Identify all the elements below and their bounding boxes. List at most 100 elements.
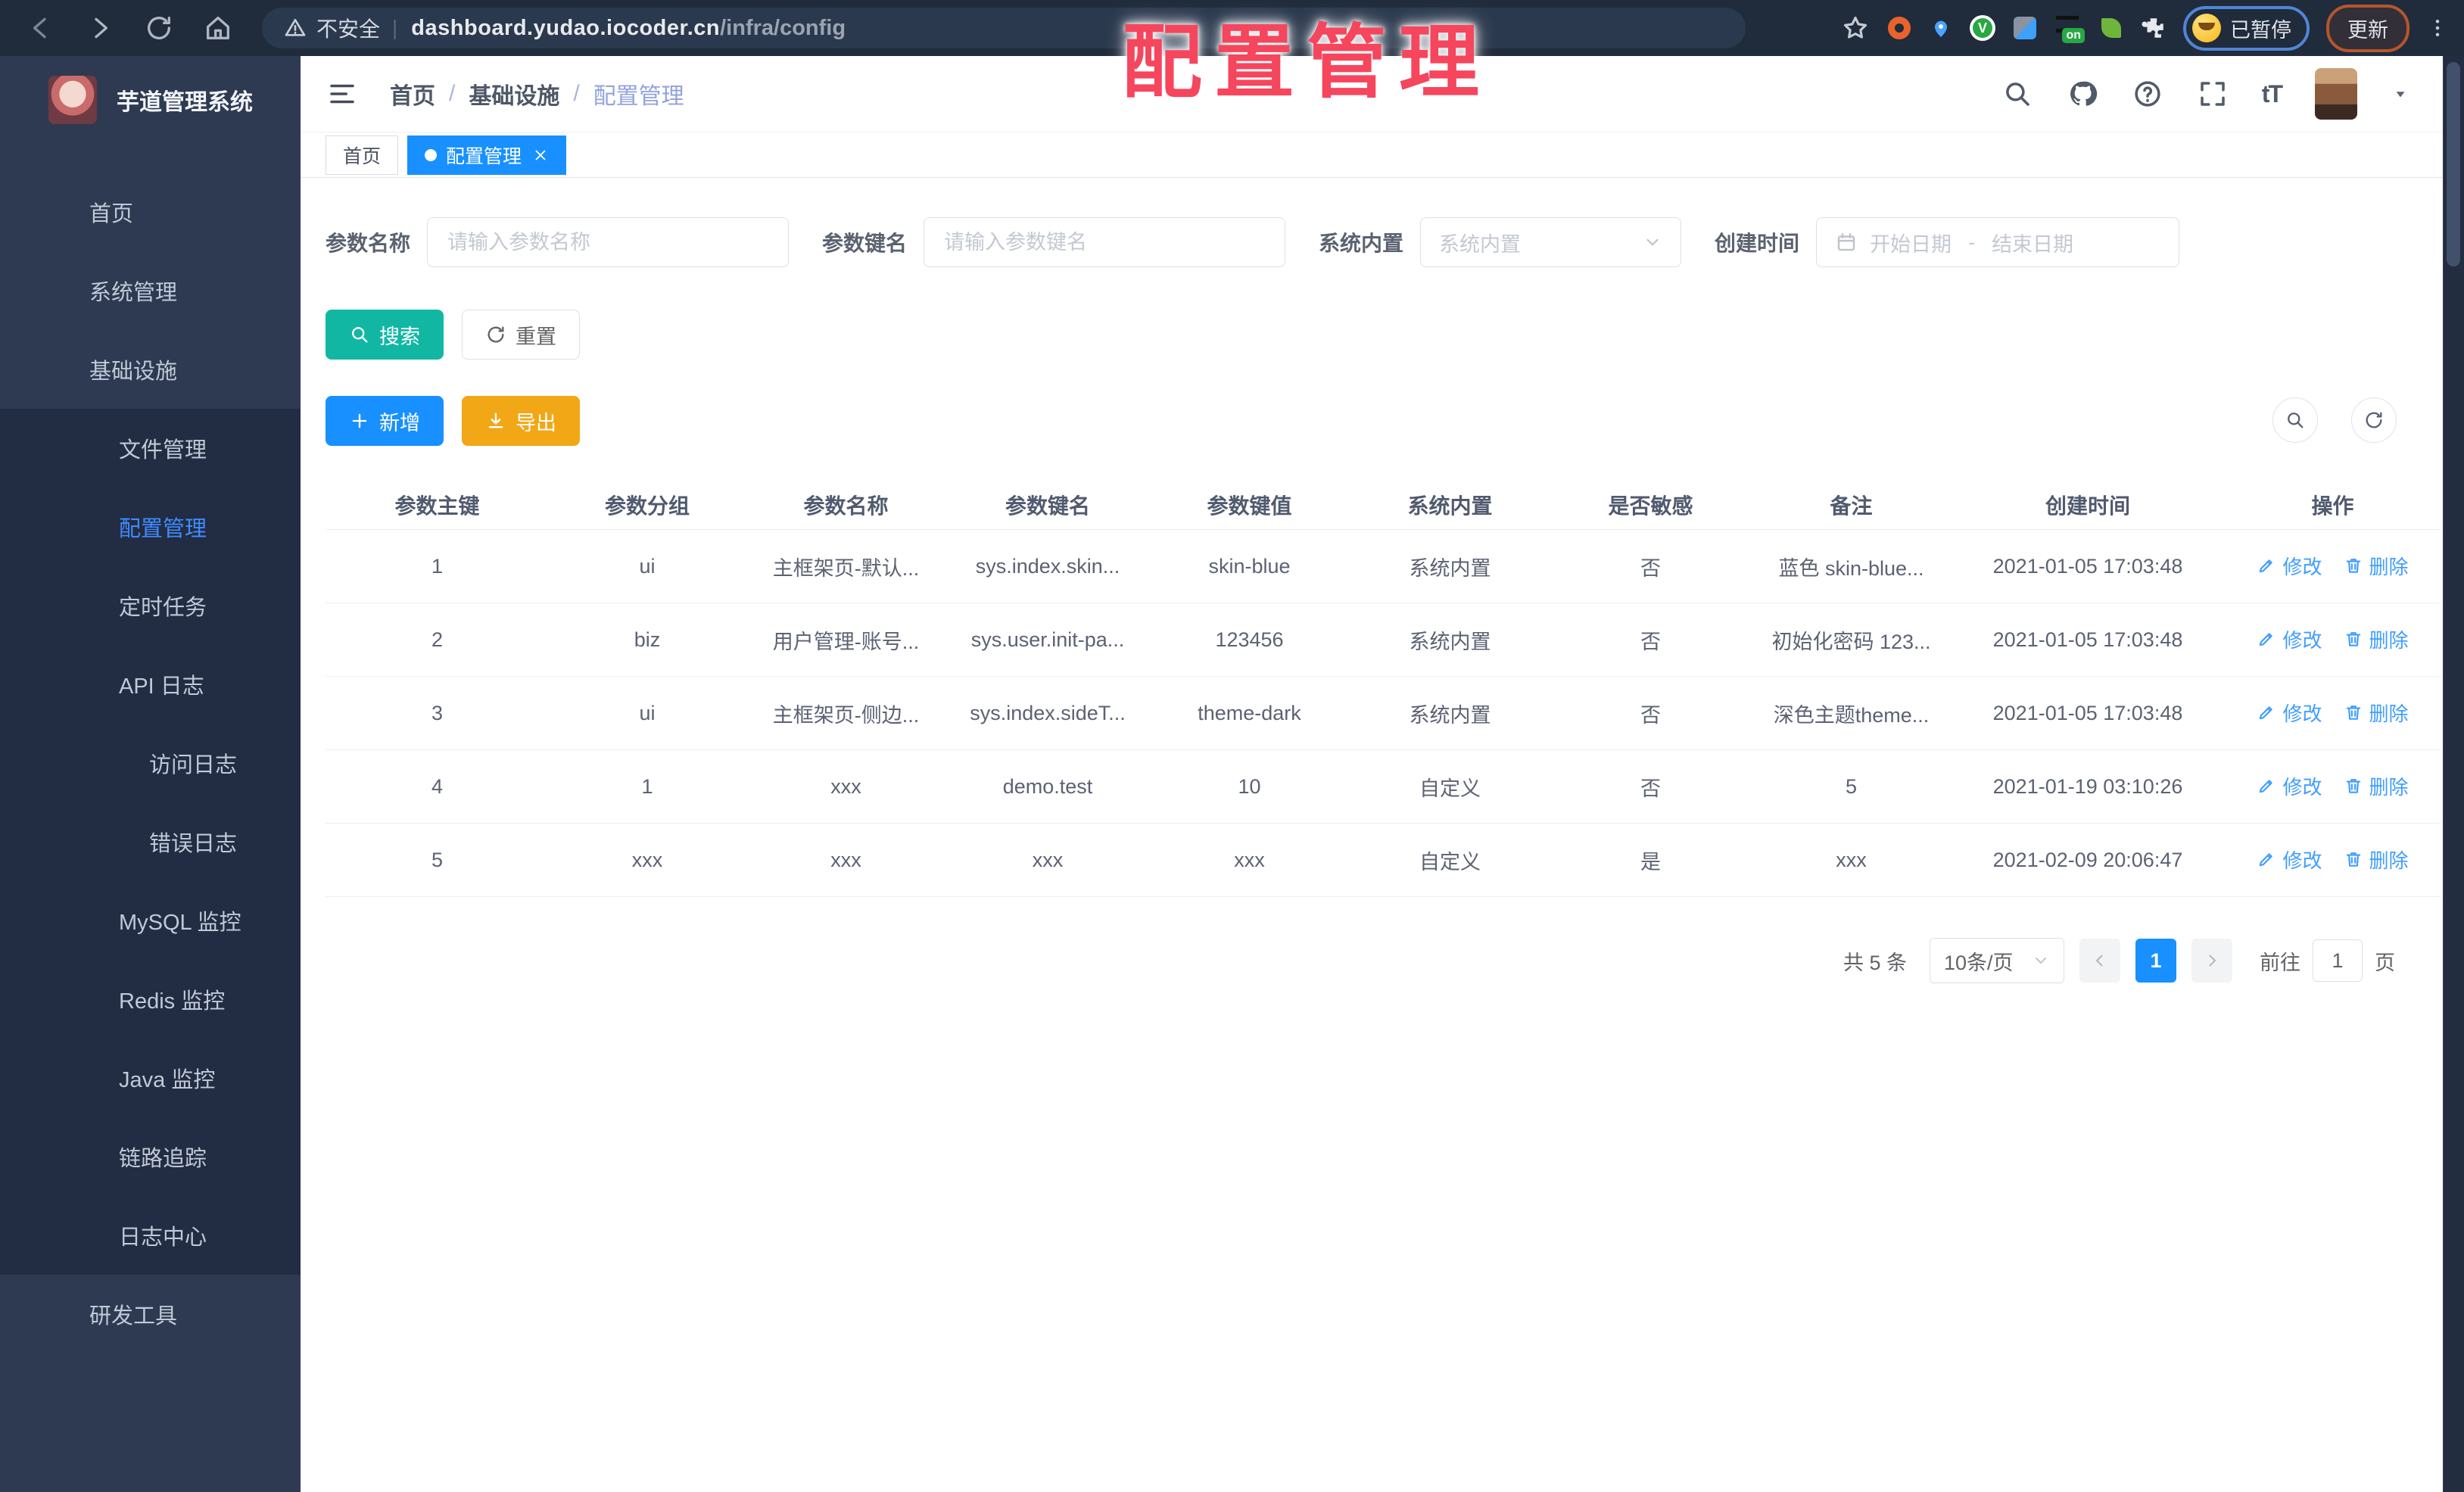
sidebar-item-error-log[interactable]: 错误日志 <box>0 802 301 881</box>
sidebar-item-infra[interactable]: 基础设施 <box>0 330 301 409</box>
extensions-puzzle-icon[interactable] <box>2141 15 2167 41</box>
monitor-icon <box>39 356 67 383</box>
toggle-search-button[interactable] <box>2272 397 2318 443</box>
sidebar-item-label: Java 监控 <box>119 1068 216 1092</box>
font-size-icon[interactable]: tT <box>2262 80 2283 108</box>
search-button[interactable]: 搜索 <box>326 310 444 360</box>
refresh-icon <box>2363 410 2385 431</box>
refresh-table-button[interactable] <box>2351 397 2397 443</box>
edit-link[interactable]: 修改 <box>2257 552 2322 580</box>
sidebar-item-job[interactable]: 定时任务 <box>0 566 301 645</box>
goto-page-input[interactable] <box>2313 939 2363 982</box>
sidebar-item-log-center[interactable]: 日志中心 <box>0 1196 301 1275</box>
extension-green-check-icon[interactable]: V <box>1970 15 1995 41</box>
browser-home-icon[interactable] <box>203 13 233 43</box>
param-key-input[interactable] <box>942 229 1267 255</box>
extension-bluegray-icon[interactable] <box>2012 15 2038 41</box>
table-cell: xxx <box>746 823 946 897</box>
sidebar-item-label: 访问日志 <box>149 753 238 777</box>
plus-icon <box>349 410 370 431</box>
edit-link[interactable]: 修改 <box>2257 699 2322 727</box>
add-button[interactable]: 新增 <box>326 396 444 446</box>
browser-back-icon[interactable] <box>26 13 56 43</box>
breadcrumb-home[interactable]: 首页 <box>390 77 435 111</box>
column-header: 操作 <box>2224 481 2441 530</box>
sidebar-item-label: 文件管理 <box>119 438 207 463</box>
sidebar-collapse-icon[interactable] <box>326 78 358 110</box>
sidebar-item-api-log[interactable]: API 日志 <box>0 645 301 724</box>
trash-icon <box>2344 776 2363 796</box>
address-bar[interactable]: 不安全 | dashboard.yudao.iocoder.cn /infra/… <box>262 8 1746 48</box>
page-number-1[interactable]: 1 <box>2135 939 2176 983</box>
sidebar-item-mysql[interactable]: MySQL 监控 <box>0 881 301 960</box>
page-unit-label: 页 <box>2375 951 2395 974</box>
param-key-label: 参数键名 <box>822 232 908 255</box>
builtin-select-placeholder: 系统内置 <box>1439 232 1522 256</box>
table-toolbar: 新增 导出 <box>326 396 2421 446</box>
chevron-down-icon[interactable] <box>2391 84 2410 104</box>
close-icon[interactable] <box>532 147 549 164</box>
page-size-select[interactable]: 10条/页 <box>1930 938 2064 983</box>
browser-update-button[interactable]: 更新 <box>2326 4 2409 52</box>
sidebar-item-redis[interactable]: Redis 监控 <box>0 960 301 1039</box>
pencil-icon <box>2257 776 2276 796</box>
breadcrumb-infra[interactable]: 基础设施 <box>469 77 559 111</box>
prev-page-button[interactable] <box>2079 939 2120 983</box>
sidebar-item-access-log[interactable]: 访问日志 <box>0 724 301 802</box>
not-secure-label: 不安全 <box>316 17 381 41</box>
delete-link[interactable]: 删除 <box>2344 699 2409 727</box>
edit-link[interactable]: 修改 <box>2257 625 2322 653</box>
extension-orange-icon[interactable] <box>1886 15 1912 41</box>
export-button[interactable]: 导出 <box>462 396 580 446</box>
delete-link[interactable]: 删除 <box>2344 552 2409 580</box>
github-icon[interactable] <box>2067 78 2098 110</box>
globe-icon <box>39 198 67 226</box>
help-icon[interactable] <box>2132 78 2163 110</box>
column-header: 是否敏感 <box>1550 481 1751 530</box>
reset-button[interactable]: 重置 <box>462 310 580 360</box>
chevron-left-icon <box>2091 952 2109 970</box>
fullscreen-icon[interactable] <box>2197 78 2229 110</box>
sidebar-item-tracer[interactable]: 链路追踪 <box>0 1117 301 1196</box>
paused-profile-chip[interactable]: 已暂停 <box>2183 5 2310 51</box>
next-page-button[interactable] <box>2191 939 2232 983</box>
param-name-input[interactable] <box>446 229 771 255</box>
app-header: 首页 / 基础设施 / 配置管理 tT <box>301 56 2444 132</box>
builtin-select[interactable]: 系统内置 <box>1420 217 1682 267</box>
sidebar-item-system[interactable]: 系统管理 <box>0 251 301 330</box>
table-cell: xxx <box>1149 823 1350 897</box>
row-actions: 修改 删除 <box>2224 749 2441 824</box>
row-actions: 修改 删除 <box>2224 823 2441 897</box>
extension-leaf-icon[interactable] <box>2098 15 2124 41</box>
user-avatar[interactable] <box>2315 68 2357 120</box>
bookmark-star-icon[interactable] <box>1841 14 1870 42</box>
log-icon <box>69 671 96 698</box>
tag-config[interactable]: 配置管理 <box>407 135 567 175</box>
tag-home[interactable]: 首页 <box>326 135 399 175</box>
delete-link[interactable]: 删除 <box>2344 846 2409 874</box>
browser-reload-icon[interactable] <box>144 13 174 43</box>
date-range-picker[interactable]: 开始日期 - 结束日期 <box>1816 217 2180 267</box>
sidebar-item-file[interactable]: 文件管理 <box>0 409 301 487</box>
sidebar-item-config[interactable]: 配置管理 <box>0 487 301 566</box>
sidebar-item-dev-tools[interactable]: 研发工具 <box>0 1275 301 1353</box>
edit-link[interactable]: 修改 <box>2257 772 2322 800</box>
browser-forward-icon[interactable] <box>85 13 115 43</box>
table-cell: xxx <box>1751 823 1952 897</box>
delete-link[interactable]: 删除 <box>2344 772 2409 800</box>
param-name-field <box>427 217 790 267</box>
sidebar-logo-row[interactable]: 芋道管理系统 <box>0 56 301 141</box>
search-icon[interactable] <box>2001 78 2033 110</box>
delete-link[interactable]: 删除 <box>2344 625 2409 653</box>
edit-link[interactable]: 修改 <box>2257 846 2322 874</box>
table-cell: ui <box>549 676 746 750</box>
browser-menu-kebab-icon[interactable] <box>2426 17 2449 39</box>
table-cell: 否 <box>1550 676 1751 750</box>
browser-scrollbar[interactable] <box>2443 56 2464 1492</box>
sidebar-item-java[interactable]: Java 监控 <box>0 1039 301 1117</box>
sidebar-item-home[interactable]: 首页 <box>0 173 301 251</box>
extension-pin-icon[interactable] <box>1929 16 1953 40</box>
extension-on-badge-icon[interactable]: on <box>2054 14 2085 43</box>
param-name-label: 参数名称 <box>326 232 411 255</box>
table-cell: 1 <box>326 529 549 603</box>
